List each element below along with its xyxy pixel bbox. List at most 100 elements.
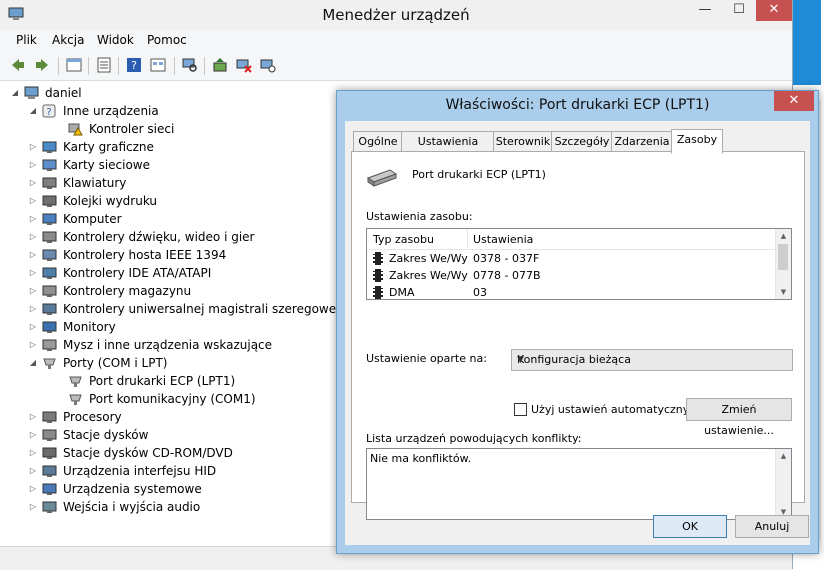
change-settings-button[interactable]: Zmień ustawienie... — [686, 398, 792, 437]
expand-arrow-icon[interactable]: ▷ — [28, 174, 38, 192]
tree-item-category[interactable]: ◢ Porty (COM i LPT) — [8, 354, 338, 372]
tree-item-category[interactable]: ▷ Kolejki wydruku — [8, 192, 338, 210]
auto-settings-label: Użyj ustawień automatycznych — [531, 403, 703, 416]
tree-item-category[interactable]: ▷ Urządzenia systemowe — [8, 480, 338, 498]
maximize-button[interactable]: ☐ — [722, 0, 756, 21]
tree-item-category[interactable]: ▷ Kontrolery IDE ATA/ATAPI — [8, 264, 338, 282]
chevron-down-icon: ▼ — [517, 355, 524, 365]
menu-akcja[interactable]: Akcja — [52, 33, 84, 47]
tree-item-category[interactable]: ▷ Wejścia i wyjścia audio — [8, 498, 338, 516]
table-row[interactable]: DMA 03 — [367, 284, 775, 299]
conflict-list-scrollbar[interactable]: ▲ ▼ — [775, 449, 791, 519]
view-icon[interactable] — [66, 57, 82, 73]
background-window-titlebar — [793, 0, 821, 85]
tree-item-device[interactable]: Kontroler sieci — [8, 120, 338, 138]
tree-item-label: Urządzenia systemowe — [63, 482, 202, 496]
table-row[interactable]: Zakres We/Wy 0378 - 037F — [367, 250, 775, 267]
tab-zasoby[interactable]: Zasoby — [671, 129, 723, 154]
scroll-down-icon[interactable]: ▼ — [776, 285, 791, 299]
expand-arrow-icon[interactable]: ▷ — [28, 444, 38, 462]
scan-hardware-icon[interactable] — [182, 57, 198, 73]
tree-item-category[interactable]: ▷ Komputer — [8, 210, 338, 228]
tree-root-computer[interactable]: ◢ daniel — [8, 84, 338, 102]
cancel-button[interactable]: Anuluj — [735, 515, 809, 538]
scroll-up-icon[interactable]: ▲ — [776, 449, 791, 463]
title-bar[interactable]: Menedżer urządzeń — ☐ ✕ — [0, 0, 792, 30]
uninstall-device-icon[interactable] — [236, 57, 252, 73]
tree-item-category[interactable]: ▷ Urządzenia interfejsu HID — [8, 462, 338, 480]
close-button[interactable]: ✕ — [756, 0, 792, 21]
menu-pomoc[interactable]: Pomoc — [147, 33, 187, 47]
setting-based-on-select[interactable]: Konfiguracja bieżąca ▼ — [511, 349, 793, 371]
ok-button[interactable]: OK — [653, 515, 727, 538]
menu-widok[interactable]: Widok — [97, 33, 134, 47]
collapse-arrow-icon[interactable]: ◢ — [28, 354, 38, 372]
resource-list-scrollbar[interactable]: ▲ ▼ — [775, 229, 791, 299]
expand-arrow-icon[interactable]: ▷ — [28, 228, 38, 246]
expand-arrow-icon[interactable]: ▷ — [28, 426, 38, 444]
tree-item-category[interactable]: ▷ Procesory — [8, 408, 338, 426]
scroll-up-icon[interactable]: ▲ — [776, 229, 791, 243]
expand-arrow-icon[interactable]: ▷ — [28, 498, 38, 516]
tab-ustawienia-portu[interactable]: Ustawienia portu — [401, 131, 495, 168]
help-icon[interactable]: ? — [126, 57, 142, 73]
device-category-icon — [42, 483, 57, 495]
resource-settings-label: Ustawienia zasobu: — [366, 210, 473, 223]
scroll-thumb[interactable] — [778, 244, 788, 270]
expand-arrow-icon[interactable]: ▷ — [28, 282, 38, 300]
collapse-arrow-icon[interactable]: ◢ — [28, 102, 38, 120]
forward-arrow-icon[interactable] — [34, 57, 50, 73]
tab-szczegoly[interactable]: Szczegóły — [551, 131, 613, 153]
tab-sterownik[interactable]: Sterownik — [493, 131, 553, 153]
resource-chip-icon — [373, 252, 383, 265]
expand-arrow-icon[interactable]: ▷ — [28, 336, 38, 354]
tree-item-label: Kontrolery IDE ATA/ATAPI — [63, 266, 212, 280]
tree-item-category[interactable]: ▷ Mysz i inne urządzenia wskazujące — [8, 336, 338, 354]
expand-arrow-icon[interactable]: ▷ — [28, 138, 38, 156]
column-header-setting[interactable]: Ustawienia — [473, 233, 533, 246]
tree-item-device[interactable]: Port komunikacyjny (COM1) — [8, 390, 338, 408]
dialog-close-button[interactable]: ✕ — [774, 91, 814, 111]
back-arrow-icon[interactable] — [10, 57, 26, 73]
device-category-icon — [42, 159, 57, 171]
expand-arrow-icon[interactable]: ▷ — [28, 210, 38, 228]
expand-arrow-icon[interactable]: ▷ — [28, 246, 38, 264]
tree-item-category[interactable]: ▷ Kontrolery hosta IEEE 1394 — [8, 246, 338, 264]
expand-arrow-icon[interactable]: ▷ — [28, 318, 38, 336]
tree-item-category[interactable]: ◢? Inne urządzenia — [8, 102, 338, 120]
tab-ogolne[interactable]: Ogólne — [353, 131, 403, 153]
table-row[interactable]: Zakres We/Wy 0778 - 077B — [367, 267, 775, 284]
window-title: Menedżer urządzeń — [322, 6, 470, 24]
tree-item-category[interactable]: ▷ Stacje dysków — [8, 426, 338, 444]
unknown-device-icon: ? — [42, 104, 56, 118]
properties-icon[interactable] — [96, 57, 112, 73]
enable-device-icon[interactable] — [260, 57, 276, 73]
tree-item-category[interactable]: ▷ Klawiatury — [8, 174, 338, 192]
toolbar-separator — [204, 57, 205, 75]
update-driver-icon[interactable] — [212, 57, 228, 73]
tab-zdarzenia[interactable]: Zdarzenia — [611, 131, 673, 153]
expand-arrow-icon[interactable]: ▷ — [28, 300, 38, 318]
tree-item-category[interactable]: ▷ Kontrolery dźwięku, wideo i gier — [8, 228, 338, 246]
resource-settings-list[interactable]: Typ zasobu Ustawienia Zakres We/Wy 0378 … — [366, 228, 792, 300]
expand-arrow-icon[interactable]: ▷ — [28, 156, 38, 174]
expand-arrow-icon[interactable]: ▷ — [28, 408, 38, 426]
tree-item-device[interactable]: Port drukarki ECP (LPT1) — [8, 372, 338, 390]
expand-arrow-icon[interactable]: ▷ — [28, 264, 38, 282]
tree-item-category[interactable]: ▷ Monitory — [8, 318, 338, 336]
expand-arrow-icon[interactable]: ▷ — [28, 192, 38, 210]
column-header-type[interactable]: Typ zasobu — [373, 233, 434, 246]
collapse-arrow-icon[interactable]: ◢ — [10, 84, 20, 102]
expand-arrow-icon[interactable]: ▷ — [28, 480, 38, 498]
tree-item-category[interactable]: ▷ Kontrolery uniwersalnej magistrali szer… — [8, 300, 340, 318]
auto-settings-checkbox[interactable] — [514, 403, 527, 416]
conflict-list-box[interactable]: Nie ma konfliktów. ▲ ▼ — [366, 448, 792, 520]
tree-item-category[interactable]: ▷ Karty graficzne — [8, 138, 338, 156]
expand-arrow-icon[interactable]: ▷ — [28, 462, 38, 480]
tree-item-category[interactable]: ▷ Kontrolery magazynu — [8, 282, 338, 300]
minimize-button[interactable]: — — [688, 0, 722, 21]
tree-item-category[interactable]: ▷ Stacje dysków CD-ROM/DVD — [8, 444, 338, 462]
tree-item-category[interactable]: ▷ Karty sieciowe — [8, 156, 338, 174]
details-view-icon[interactable] — [150, 57, 166, 73]
menu-plik[interactable]: Plik — [16, 33, 37, 47]
